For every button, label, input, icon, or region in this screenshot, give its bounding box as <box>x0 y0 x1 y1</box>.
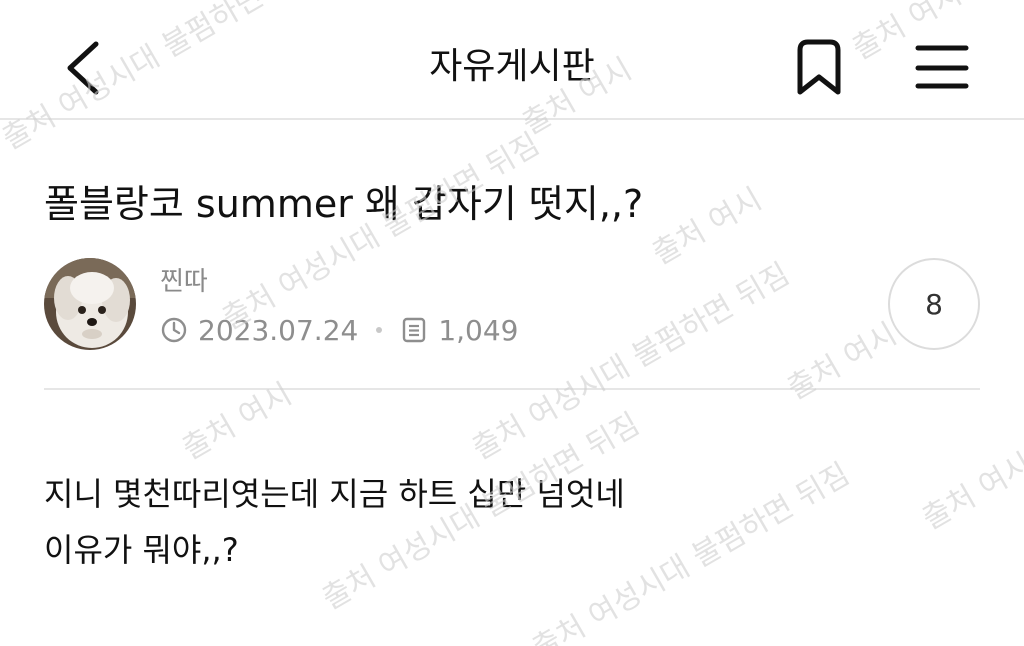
post-date: 2023.07.24 <box>198 313 359 347</box>
page-title: 자유게시판 <box>429 46 595 87</box>
post-body: 지니 몇천따리엿는데 지금 하트 십만 넘엇네 이유가 뭐야,,? <box>44 466 625 578</box>
author-name[interactable]: 찐따 <box>160 266 208 298</box>
post-meta: 2023.07.24 1,049 <box>160 312 519 348</box>
watermark-text: 출처 여성시대 불펌하면 뒤짐 <box>467 257 796 467</box>
bookmark-icon <box>797 39 841 95</box>
top-bar: 자유게시판 <box>0 0 1024 120</box>
comment-count-button[interactable]: 8 <box>888 258 980 350</box>
post-body-line: 지니 몇천따리엿는데 지금 하트 십만 넘엇네 <box>44 475 625 513</box>
post-title: 폴블랑코 summer 왜 갑자기 떳지,,? <box>44 182 644 226</box>
comment-count: 8 <box>925 287 943 321</box>
view-count: 1,049 <box>438 313 519 347</box>
watermark-text: 출처 여성시대 불펌하면 뒤짐 <box>217 127 546 337</box>
dog-avatar-image <box>44 258 136 350</box>
hamburger-menu-icon <box>915 45 969 89</box>
author-avatar[interactable] <box>44 258 136 350</box>
back-button[interactable] <box>56 36 116 100</box>
watermark-text: 출처 여시 <box>917 447 1024 537</box>
post-body-line: 이유가 뭐야,,? <box>44 531 239 569</box>
watermark-text: 출처 여시 <box>647 182 768 272</box>
menu-button[interactable] <box>910 38 974 98</box>
clock-icon <box>160 316 188 344</box>
watermark-text: 출처 여시 <box>782 317 903 407</box>
bookmark-button[interactable] <box>790 36 848 100</box>
watermark-text: 출처 여시 <box>177 377 298 467</box>
meta-separator <box>376 327 383 333</box>
document-icon <box>400 316 428 344</box>
divider <box>44 388 980 390</box>
chevron-left-icon <box>67 41 99 95</box>
